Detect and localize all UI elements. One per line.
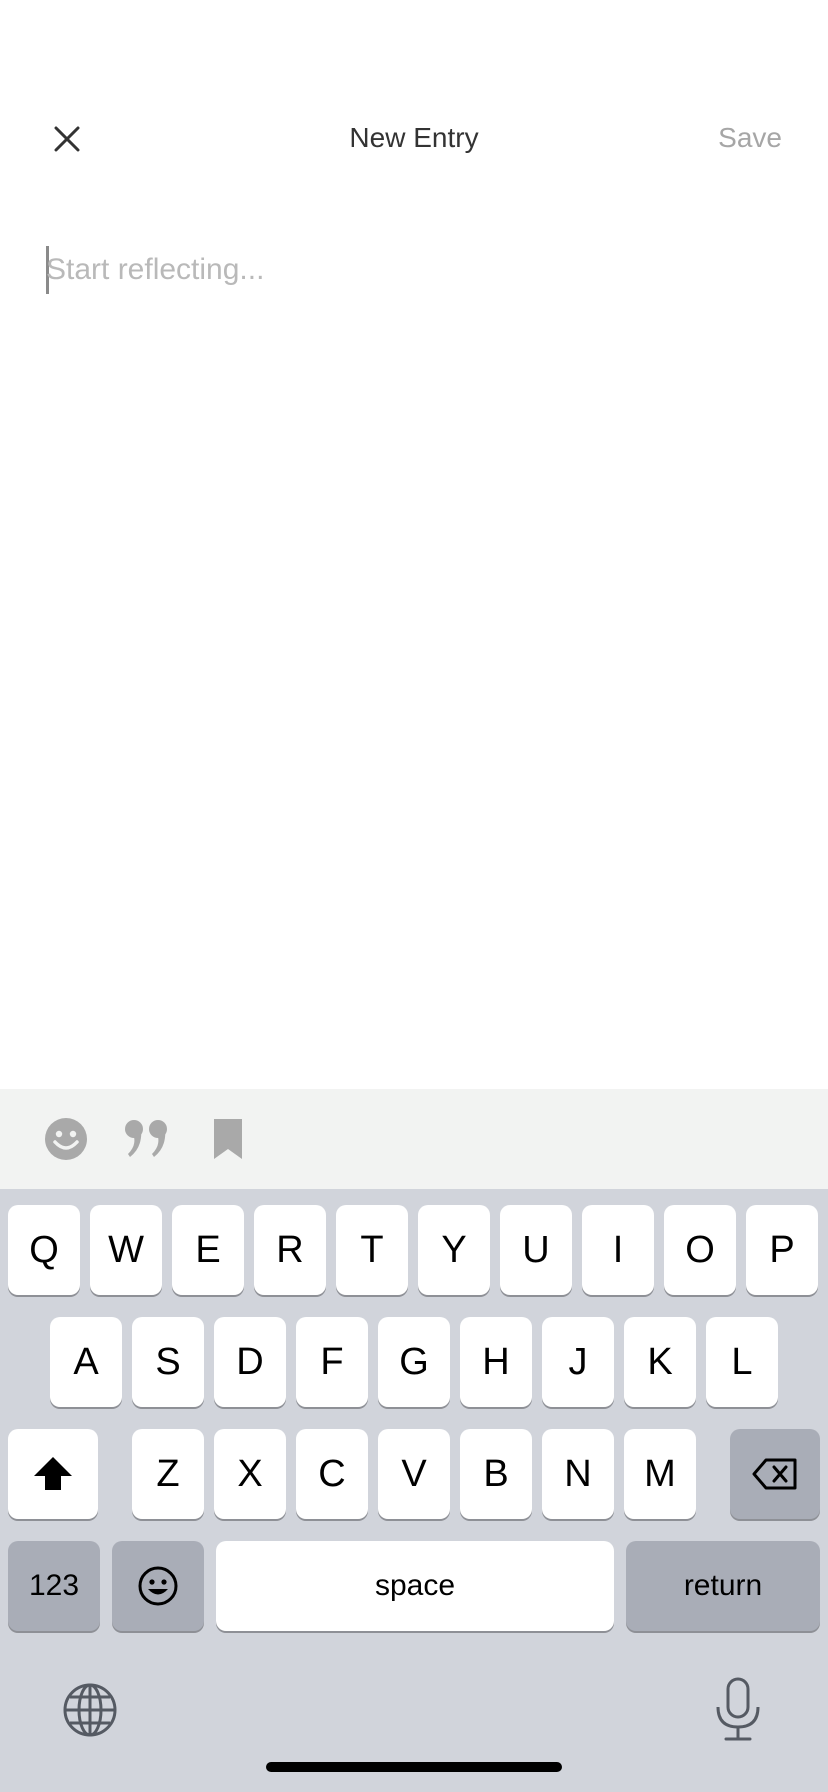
- key-f[interactable]: F: [296, 1317, 368, 1407]
- bookmark-icon: [214, 1119, 242, 1159]
- key-s[interactable]: S: [132, 1317, 204, 1407]
- key-d[interactable]: D: [214, 1317, 286, 1407]
- return-key[interactable]: return: [626, 1541, 820, 1631]
- key-c[interactable]: C: [296, 1429, 368, 1519]
- key-p[interactable]: P: [746, 1205, 818, 1295]
- backspace-icon: [752, 1458, 797, 1490]
- key-m[interactable]: M: [624, 1429, 696, 1519]
- save-button[interactable]: Save: [718, 122, 782, 154]
- entry-editor[interactable]: [46, 244, 782, 304]
- globe-button[interactable]: [62, 1682, 118, 1738]
- key-q[interactable]: Q: [8, 1205, 80, 1295]
- key-l[interactable]: L: [706, 1317, 778, 1407]
- key-o[interactable]: O: [664, 1205, 736, 1295]
- key-j[interactable]: J: [542, 1317, 614, 1407]
- key-r[interactable]: R: [254, 1205, 326, 1295]
- key-t[interactable]: T: [336, 1205, 408, 1295]
- smiley-icon: [45, 1118, 87, 1160]
- space-key[interactable]: space: [216, 1541, 614, 1631]
- key-g[interactable]: G: [378, 1317, 450, 1407]
- key-v[interactable]: V: [378, 1429, 450, 1519]
- key-u[interactable]: U: [500, 1205, 572, 1295]
- home-indicator: [266, 1762, 562, 1772]
- quote-button[interactable]: [122, 1113, 174, 1165]
- editor-toolbar: [0, 1089, 828, 1189]
- emoji-key[interactable]: [112, 1541, 204, 1631]
- key-e[interactable]: E: [172, 1205, 244, 1295]
- key-y[interactable]: Y: [418, 1205, 490, 1295]
- key-w[interactable]: W: [90, 1205, 162, 1295]
- key-x[interactable]: X: [214, 1429, 286, 1519]
- page-title: New Entry: [349, 122, 479, 153]
- numbers-key[interactable]: 123: [8, 1541, 100, 1631]
- bookmark-button[interactable]: [204, 1113, 256, 1165]
- quote-icon: [125, 1120, 167, 1157]
- key-k[interactable]: K: [624, 1317, 696, 1407]
- dictation-button[interactable]: [712, 1677, 764, 1743]
- emoji-button[interactable]: [40, 1113, 92, 1165]
- key-a[interactable]: A: [50, 1317, 122, 1407]
- key-h[interactable]: H: [460, 1317, 532, 1407]
- key-z[interactable]: Z: [132, 1429, 204, 1519]
- shift-key[interactable]: [8, 1429, 98, 1519]
- key-n[interactable]: N: [542, 1429, 614, 1519]
- emoji-icon: [138, 1566, 178, 1606]
- nav-header: New Entry Save: [0, 0, 828, 200]
- key-i[interactable]: I: [582, 1205, 654, 1295]
- entry-text-input[interactable]: [46, 244, 782, 296]
- backspace-key[interactable]: [730, 1429, 820, 1519]
- key-b[interactable]: B: [460, 1429, 532, 1519]
- on-screen-keyboard: Q W E R T Y U I O P A S D F G H J K L Z …: [0, 1189, 828, 1792]
- shift-icon: [34, 1457, 72, 1490]
- microphone-icon: [716, 1677, 760, 1741]
- globe-icon: [63, 1683, 117, 1737]
